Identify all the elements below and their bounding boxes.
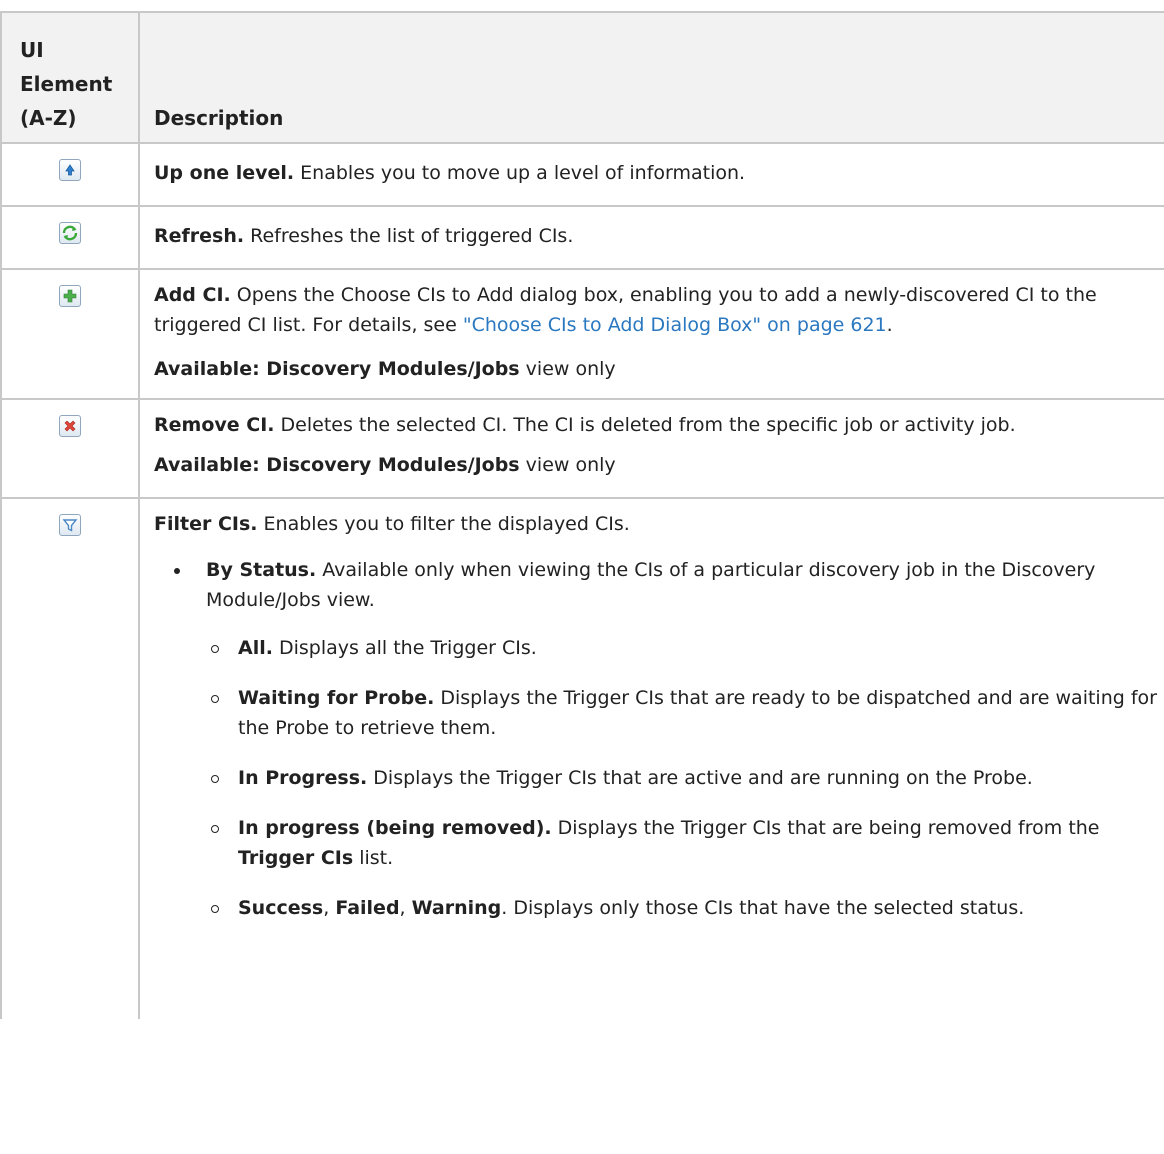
description-paragraph: Refresh. Refreshes the list of triggered… [154, 221, 1164, 251]
sub-text: Displays the Trigger CIs that are active… [367, 767, 1033, 789]
availability-text: view only [519, 358, 616, 380]
row-description: Add CI. Opens the Choose CIs to Add dial… [140, 270, 1164, 398]
item-text: Deletes the selected CI. The CI is delet… [274, 414, 1016, 436]
availability-note: Available: Discovery Modules/Jobs view o… [154, 354, 1164, 384]
description-paragraph: Add CI. Opens the Choose CIs to Add dial… [154, 280, 1164, 340]
item-title: Refresh. [154, 225, 245, 247]
availability-bold: Available: Discovery Modules/Jobs [154, 454, 520, 476]
status-warning: Warning [411, 897, 502, 919]
item-text: Enables you to filter the displayed CIs. [257, 513, 630, 535]
table-row: Refresh. Refreshes the list of triggered… [0, 207, 1164, 270]
icon-cell [0, 400, 140, 497]
item-text: Enables you to move up a level of inform… [294, 162, 746, 184]
item-text-end: . [886, 314, 893, 336]
icon-cell [0, 207, 140, 268]
remove-ci-icon[interactable] [59, 415, 81, 437]
header-col1-line2: Element [20, 72, 113, 96]
item-title: Add CI. [154, 284, 231, 306]
table-row: Up one level. Enables you to move up a l… [0, 144, 1164, 207]
availability-note: Available: Discovery Modules/Jobs view o… [154, 450, 1164, 480]
add-ci-icon[interactable] [59, 285, 81, 307]
sub-text: Displays the Trigger CIs that are being … [551, 817, 1100, 839]
table-row: Filter CIs. Enables you to filter the di… [0, 499, 1164, 1019]
header-col1-line1: UI [20, 38, 44, 62]
sep: , [399, 897, 412, 919]
status-success: Success [238, 897, 324, 919]
status-failed: Failed [335, 897, 400, 919]
bullet-text: Available only when viewing the CIs of a… [206, 559, 1096, 611]
item-title: Up one level. [154, 162, 295, 184]
list-item: By Status. Available only when viewing t… [154, 555, 1164, 615]
list-item: In progress (being removed). Displays th… [154, 813, 1164, 873]
ui-elements-table: UI Element (A-Z) Description Up one leve… [0, 11, 1164, 1019]
description-paragraph: Filter CIs. Enables you to filter the di… [154, 509, 1164, 539]
filter-icon[interactable] [59, 514, 81, 536]
table-row: Remove CI. Deletes the selected CI. The … [0, 400, 1164, 499]
item-title: Filter CIs. [154, 513, 258, 535]
sub-title: In progress (being removed). [238, 817, 552, 839]
header-col2: Description [154, 106, 284, 130]
table-header-row: UI Element (A-Z) Description [0, 13, 1164, 144]
icon-cell [0, 144, 140, 205]
availability-text: view only [519, 454, 616, 476]
description-paragraph: Up one level. Enables you to move up a l… [154, 158, 1164, 188]
row-description: Refresh. Refreshes the list of triggered… [140, 207, 1164, 268]
row-description: Filter CIs. Enables you to filter the di… [140, 499, 1164, 1019]
row-description: Up one level. Enables you to move up a l… [140, 144, 1164, 205]
up-one-level-icon[interactable] [59, 159, 81, 181]
sub-title: All. [238, 637, 273, 659]
sub-text-end: list. [353, 847, 394, 869]
sub-text: . Displays only those CIs that have the … [501, 897, 1025, 919]
sub-title: In Progress. [238, 767, 368, 789]
row-description: Remove CI. Deletes the selected CI. The … [140, 400, 1164, 497]
sub-bold: Trigger CIs [238, 847, 354, 869]
sub-text: Displays all the Trigger CIs. [272, 637, 537, 659]
list-item: In Progress. Displays the Trigger CIs th… [154, 763, 1164, 793]
availability-bold: Available: Discovery Modules/Jobs [154, 358, 520, 380]
table-row: Add CI. Opens the Choose CIs to Add dial… [0, 270, 1164, 400]
header-col1-line3: (A-Z) [20, 106, 77, 130]
icon-cell [0, 270, 140, 398]
item-text: Refreshes the list of triggered CIs. [244, 225, 574, 247]
description-paragraph: Remove CI. Deletes the selected CI. The … [154, 410, 1164, 440]
sep: , [323, 897, 336, 919]
choose-cis-link[interactable]: "Choose CIs to Add Dialog Box" on page 6… [463, 314, 887, 336]
list-item: Success, Failed, Warning. Displays only … [154, 893, 1164, 923]
list-item: All. Displays all the Trigger CIs. [154, 633, 1164, 663]
sub-title: Waiting for Probe. [238, 687, 435, 709]
header-ui-element: UI Element (A-Z) [0, 13, 140, 142]
list-item: Waiting for Probe. Displays the Trigger … [154, 683, 1164, 743]
header-description: Description [140, 13, 1164, 142]
bullet-title: By Status. [206, 559, 317, 581]
refresh-icon[interactable] [59, 222, 81, 244]
icon-cell [0, 499, 140, 1019]
item-title: Remove CI. [154, 414, 275, 436]
